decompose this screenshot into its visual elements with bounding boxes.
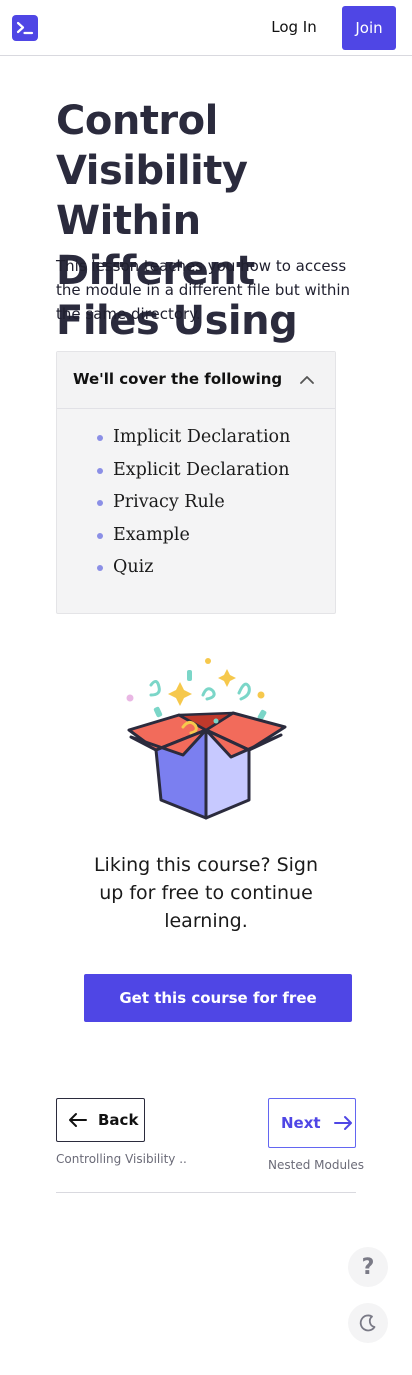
list-item[interactable]: Example [97, 525, 290, 558]
back-button[interactable]: Back [56, 1098, 145, 1142]
cover-heading: We'll cover the following [73, 370, 283, 388]
next-label: Next [281, 1114, 321, 1132]
get-course-button[interactable]: Get this course for free [84, 974, 352, 1022]
bullet-icon [97, 467, 103, 474]
cover-toggle[interactable]: We'll cover the following [57, 352, 335, 409]
help-symbol: ? [361, 1254, 375, 1280]
previous-lesson-title[interactable]: Controlling Visibility ... [56, 1152, 186, 1166]
back-label: Back [98, 1111, 139, 1129]
signup-prompt: Liking this course? Sign up for free to … [93, 854, 319, 932]
divider [56, 1192, 356, 1193]
gift-box-icon [126, 658, 287, 820]
arrow-left-icon [69, 1113, 87, 1127]
list-item[interactable]: Explicit Declaration [97, 460, 290, 493]
next-lesson-title[interactable]: Nested Modules [268, 1158, 364, 1172]
cover-list: Implicit Declaration Explicit Declaratio… [97, 427, 290, 590]
arrow-right-icon [333, 1116, 352, 1130]
moon-icon[interactable] [348, 1303, 388, 1343]
chevron-up-icon [300, 376, 314, 384]
list-item[interactable]: Implicit Declaration [97, 427, 290, 460]
lesson-summary: This lesson teaches you how to access th… [56, 257, 351, 323]
join-button[interactable]: Join [342, 6, 396, 50]
question-icon[interactable]: ? [348, 1247, 388, 1287]
bullet-icon [97, 500, 103, 507]
list-item[interactable]: Quiz [97, 557, 290, 590]
bullet-icon [97, 435, 103, 441]
next-button[interactable]: Next [268, 1098, 356, 1148]
bullet-icon [97, 565, 103, 572]
top-navbar: Log In Join [0, 0, 412, 56]
list-item[interactable]: Privacy Rule [97, 492, 290, 525]
login-button[interactable]: Log In [256, 6, 332, 48]
terminal-icon[interactable] [12, 15, 38, 41]
bullet-icon [97, 532, 103, 539]
cover-panel: We'll cover the following Implicit Decla… [56, 351, 336, 614]
